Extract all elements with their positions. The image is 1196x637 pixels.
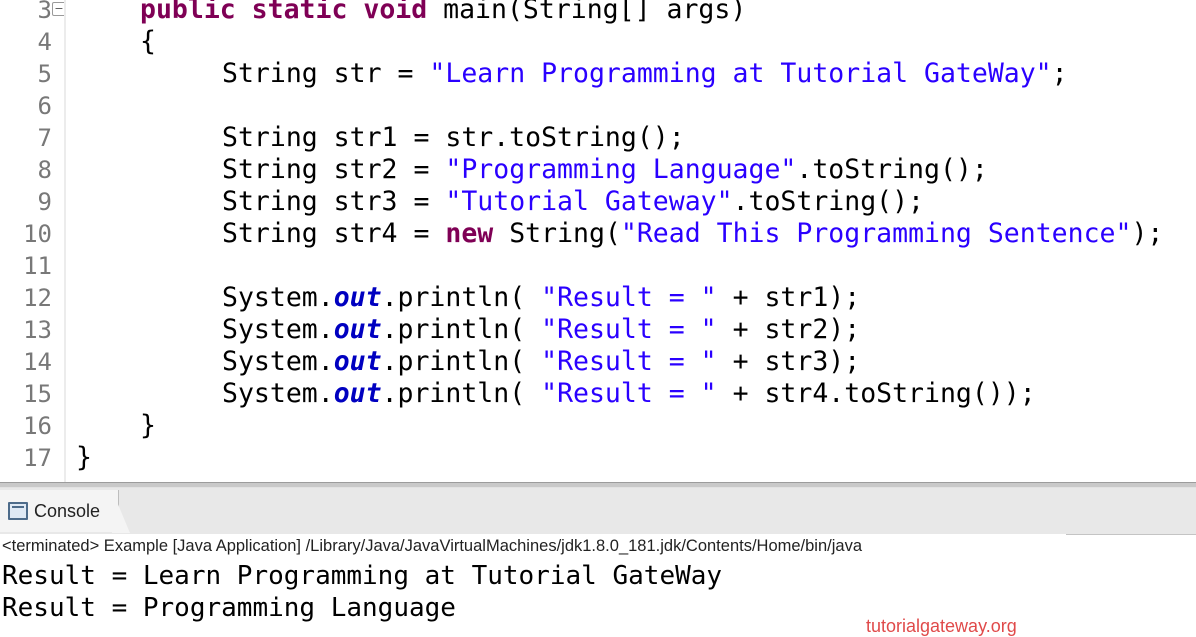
static-field-token: out [333,378,382,409]
line-number: 15 [23,380,52,408]
code-line[interactable]: System.out.println( "Result = " + str2); [222,314,860,346]
code-text: String( [493,218,621,249]
code-text: System. [222,378,334,409]
line-number: 13 [23,316,52,344]
keyword-token: new [445,218,494,249]
code-line[interactable]: String str4 = new String("Read This Prog… [222,218,1163,250]
line-number: 5 [37,60,52,88]
string-literal: "Programming Language" [445,154,797,185]
watermark: tutorialgateway.org [866,616,1017,636]
code-text: ); [1131,218,1164,249]
line-number: 4 [37,28,52,56]
tab-console[interactable]: Console [0,490,119,532]
code-line[interactable]: String str3 = "Tutorial Gateway".toStrin… [222,186,924,218]
string-literal: "Tutorial Gateway" [445,186,733,217]
static-field-token: out [333,346,382,377]
code-text: } [140,410,156,441]
code-line[interactable]: public static void main(String[] args) [140,0,746,26]
line-number: 3 [37,0,52,24]
code-line[interactable]: System.out.println( "Result = " + str1); [222,282,860,314]
code-line[interactable]: String str1 = str.toString(); [222,122,685,154]
console-icon [8,502,28,520]
code-text: + str2); [716,314,861,345]
line-number: 12 [23,284,52,312]
tab-console-label: Console [34,501,101,521]
code-text: .println( [381,346,542,377]
line-number: 9 [37,188,52,216]
console-process-description: <terminated> Example [Java Application] … [2,537,863,555]
keyword-token: public static void [140,0,444,25]
code-line[interactable]: System.out.println( "Result = " + str4.t… [222,378,1036,410]
code-text: + str1); [716,282,861,313]
line-number-gutter: 3 − 4 5 6 7 8 9 10 11 12 13 14 15 16 17 [0,0,66,482]
code-text: .println( [381,314,542,345]
code-text: System. [222,282,334,313]
code-text: String str1 = str.toString(); [222,122,685,153]
code-editor[interactable]: 3 − 4 5 6 7 8 9 10 11 12 13 14 15 16 17 … [0,0,1196,482]
console-description-bar: <terminated> Example [Java Application] … [0,534,1066,560]
gutter-divider [64,0,66,482]
static-field-token: out [333,314,382,345]
console-tab-bar: Console [0,488,1196,535]
console-output-line: Result = Programming Language [2,593,456,623]
code-text: String str = [222,58,430,89]
code-text: ; [1051,58,1068,89]
code-text: main(String[] args) [443,0,747,25]
code-text: .toString(); [796,154,988,185]
code-text: .toString(); [732,186,925,217]
console-output-line: Result = Learn Programming at Tutorial G… [2,561,723,591]
code-text: { [140,26,156,57]
line-number: 11 [23,252,52,280]
line-number: 16 [23,412,52,440]
line-number: 7 [37,124,52,152]
string-literal: "Learn Programming at Tutorial GateWay" [429,58,1052,89]
code-text: .println( [381,378,542,409]
code-text: System. [222,346,334,377]
code-text: } [76,442,92,473]
static-field-token: out [333,282,382,313]
code-line[interactable]: String str = "Learn Programming at Tutor… [222,58,1068,90]
string-literal: "Read This Programming Sentence" [620,218,1132,249]
code-text: + str3); [716,346,861,377]
line-number: 17 [23,444,52,472]
code-line[interactable]: System.out.println( "Result = " + str3); [222,346,860,378]
line-number: 10 [23,220,52,248]
string-literal: "Result = " [541,314,717,345]
code-text: System. [222,314,334,345]
line-number: 14 [23,348,52,376]
line-number: 6 [37,92,52,120]
code-text: .println( [381,282,542,313]
tab-edge [112,490,130,533]
code-text: + str4.toString()); [716,378,1036,409]
string-literal: "Result = " [541,346,717,377]
code-line[interactable]: { [140,26,156,58]
code-text: String str3 = [222,186,446,217]
string-literal: "Result = " [541,378,717,409]
code-line[interactable]: } [76,442,92,474]
code-text: String str4 = [222,218,446,249]
string-literal: "Result = " [541,282,717,313]
code-text: String str2 = [222,154,446,185]
code-line[interactable]: } [140,410,156,442]
code-line[interactable]: String str2 = "Programming Language".toS… [222,154,988,186]
line-number: 8 [37,156,52,184]
